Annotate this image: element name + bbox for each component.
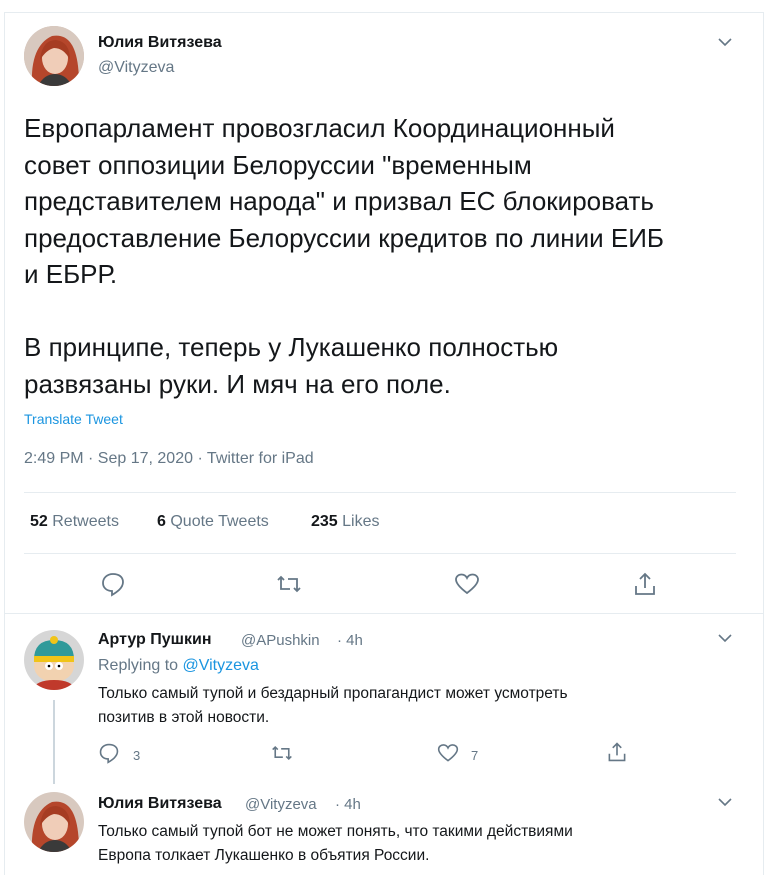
avatar-image (24, 792, 84, 852)
retweets-stat[interactable]: 52 Retweets (30, 513, 119, 531)
share-icon[interactable] (632, 571, 658, 597)
reply-text-line: Только самый тупой и бездарный пропаганд… (98, 685, 568, 702)
tweet-text-line: В принципе, теперь у Лукашенко полностью (24, 332, 559, 362)
tweet-text-line: представителем народа" и призвал ЕС блок… (24, 186, 654, 216)
retweet-icon[interactable] (271, 742, 293, 764)
reply-text-line: Только самый тупой бот не может понять, … (98, 823, 573, 840)
divider (24, 492, 736, 493)
reply-icon[interactable] (100, 571, 126, 597)
translate-tweet-link[interactable]: Translate Tweet (24, 411, 123, 427)
reply-author-handle[interactable]: @APushkin (241, 632, 320, 649)
tweet-text-line: предоставление Белоруссии кредитов по ли… (24, 222, 664, 253)
chevron-down-icon[interactable] (716, 793, 734, 811)
replying-to-handle[interactable]: @Vityzeva (183, 657, 259, 674)
share-icon[interactable] (606, 741, 628, 763)
reply-author-name[interactable]: Юлия Витязева (98, 795, 222, 813)
retweets-count: 52 (30, 513, 48, 530)
retweet-icon[interactable] (276, 571, 302, 597)
tweet-timestamp[interactable]: 2:49 PM · Sep 17, 2020 · Twitter for iPa… (24, 450, 314, 468)
tweet-text: Европарламент провозгласил Координационн… (24, 110, 744, 402)
retweets-label: Retweets (52, 513, 119, 530)
chevron-down-icon[interactable] (716, 629, 734, 647)
likes-count: 235 (311, 513, 338, 530)
reply-text-line: Европа толкает Лукашенко в объятия Росси… (98, 847, 430, 864)
author-name[interactable]: Юлия Витязева (98, 34, 222, 52)
like-count: 7 (471, 748, 479, 763)
author-handle[interactable]: @Vityzeva (98, 59, 174, 77)
replying-to-label: Replying to (98, 657, 179, 674)
reply-author-handle[interactable]: @Vityzeva (245, 796, 317, 813)
reply-icon[interactable] (98, 742, 120, 764)
thread-connector (53, 700, 55, 784)
quotes-label: Quote Tweets (170, 513, 269, 530)
tweet-text-line: развязаны руки. И мяч на его поле. (24, 368, 451, 399)
chevron-down-icon[interactable] (716, 33, 734, 51)
likes-label: Likes (342, 513, 380, 530)
reply-count: 3 (133, 748, 141, 763)
reply-author-name[interactable]: Артур Пушкин (98, 631, 212, 649)
like-icon[interactable] (437, 742, 459, 764)
avatar-image (24, 26, 84, 86)
like-icon[interactable] (454, 571, 480, 597)
replying-to: Replying to @Vityzeva (98, 657, 259, 675)
reply-time[interactable]: · 4h (337, 632, 363, 649)
tweet-text-line: и ЕБРР. (24, 259, 118, 289)
reply-author-avatar[interactable] (24, 630, 84, 690)
author-avatar[interactable] (24, 26, 84, 86)
likes-stat[interactable]: 235 Likes (311, 513, 380, 531)
cartman-avatar-image (24, 630, 84, 690)
divider (24, 553, 736, 554)
tweet-text-line: совет оппозиции Белоруссии "временным (24, 149, 532, 180)
quotes-count: 6 (157, 513, 166, 530)
divider (4, 613, 764, 614)
reply-time[interactable]: · 4h (335, 796, 361, 813)
quote-tweets-stat[interactable]: 6 Quote Tweets (157, 513, 269, 531)
reply-author-avatar[interactable] (24, 792, 84, 852)
tweet-text-line: Европарламент провозгласил Координационн… (24, 113, 615, 143)
reply-text-line: позитив в этой новости. (98, 709, 270, 726)
